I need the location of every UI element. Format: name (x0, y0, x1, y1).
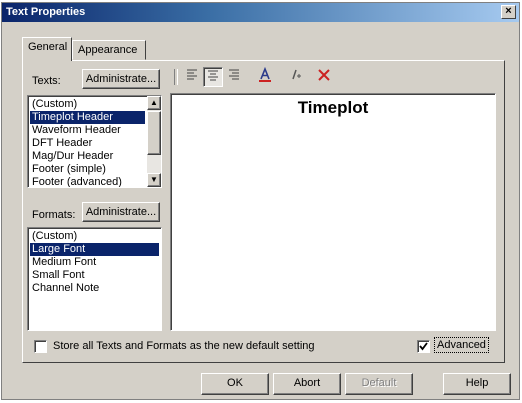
close-button[interactable]: × (501, 5, 516, 19)
formats-list[interactable]: (Custom) Large Font Medium Font Small Font C… (27, 227, 162, 331)
list-item[interactable]: Timeplot Header (30, 111, 145, 124)
list-item[interactable]: Footer (advanced) (30, 176, 145, 187)
preview-text: Timeplot (297, 98, 369, 117)
italic-icon[interactable] (287, 67, 307, 87)
list-item[interactable]: DFT Header (30, 137, 145, 150)
title-bar: Text Properties × (2, 3, 519, 22)
tab-appearance-label: Appearance (78, 44, 138, 56)
help-button[interactable]: Help (443, 373, 511, 395)
list-item[interactable]: Channel Note (30, 282, 159, 295)
delete-icon[interactable] (314, 67, 334, 87)
texts-administrate-button[interactable]: Administrate... (82, 69, 160, 89)
abort-button[interactable]: Abort (273, 373, 341, 395)
list-item[interactable]: (Custom) (30, 98, 145, 111)
list-item[interactable]: Mag/Dur Header (30, 150, 145, 163)
formats-administrate-button[interactable]: Administrate... (82, 202, 160, 222)
texts-list-scrollbar[interactable]: ▲ ▼ (147, 96, 161, 187)
scroll-down-icon[interactable]: ▼ (147, 173, 161, 187)
default-button[interactable]: Default (345, 373, 413, 395)
close-icon: × (505, 5, 512, 17)
advanced-label[interactable]: Advanced (434, 337, 489, 353)
align-center-icon[interactable] (203, 67, 223, 87)
texts-label: Texts: (32, 75, 61, 87)
window-title: Text Properties (6, 6, 86, 18)
scroll-up-icon[interactable]: ▲ (147, 96, 161, 110)
texts-list[interactable]: (Custom) Timeplot Header Waveform Header DF… (27, 95, 162, 188)
align-right-icon[interactable] (224, 67, 244, 87)
list-item[interactable]: Large Font (30, 243, 159, 256)
ok-button[interactable]: OK (201, 373, 269, 395)
list-item[interactable]: Medium Font (30, 256, 159, 269)
text-color-icon[interactable] (255, 66, 275, 87)
list-item[interactable]: (Custom) (30, 230, 159, 243)
advanced-checkbox[interactable] (417, 340, 430, 353)
tab-appearance[interactable]: Appearance (72, 40, 146, 60)
store-default-label[interactable]: Store all Texts and Formats as the new d… (53, 340, 315, 352)
text-preview-area[interactable]: Timeplot (170, 93, 496, 331)
tab-general-label: General (28, 41, 68, 53)
list-item[interactable]: Small Font (30, 269, 159, 282)
align-left-icon[interactable] (182, 67, 202, 87)
checkmark-icon (419, 342, 428, 351)
formats-label: Formats: (32, 209, 76, 221)
scroll-thumb[interactable] (147, 111, 161, 155)
tab-general[interactable]: General (22, 37, 72, 61)
toolbar-separator (174, 69, 178, 85)
store-default-checkbox[interactable] (34, 340, 47, 353)
text-properties-dialog: Text Properties × General Appearance Tex… (1, 2, 520, 400)
list-item[interactable]: Waveform Header (30, 124, 145, 137)
list-item[interactable]: Footer (simple) (30, 163, 145, 176)
